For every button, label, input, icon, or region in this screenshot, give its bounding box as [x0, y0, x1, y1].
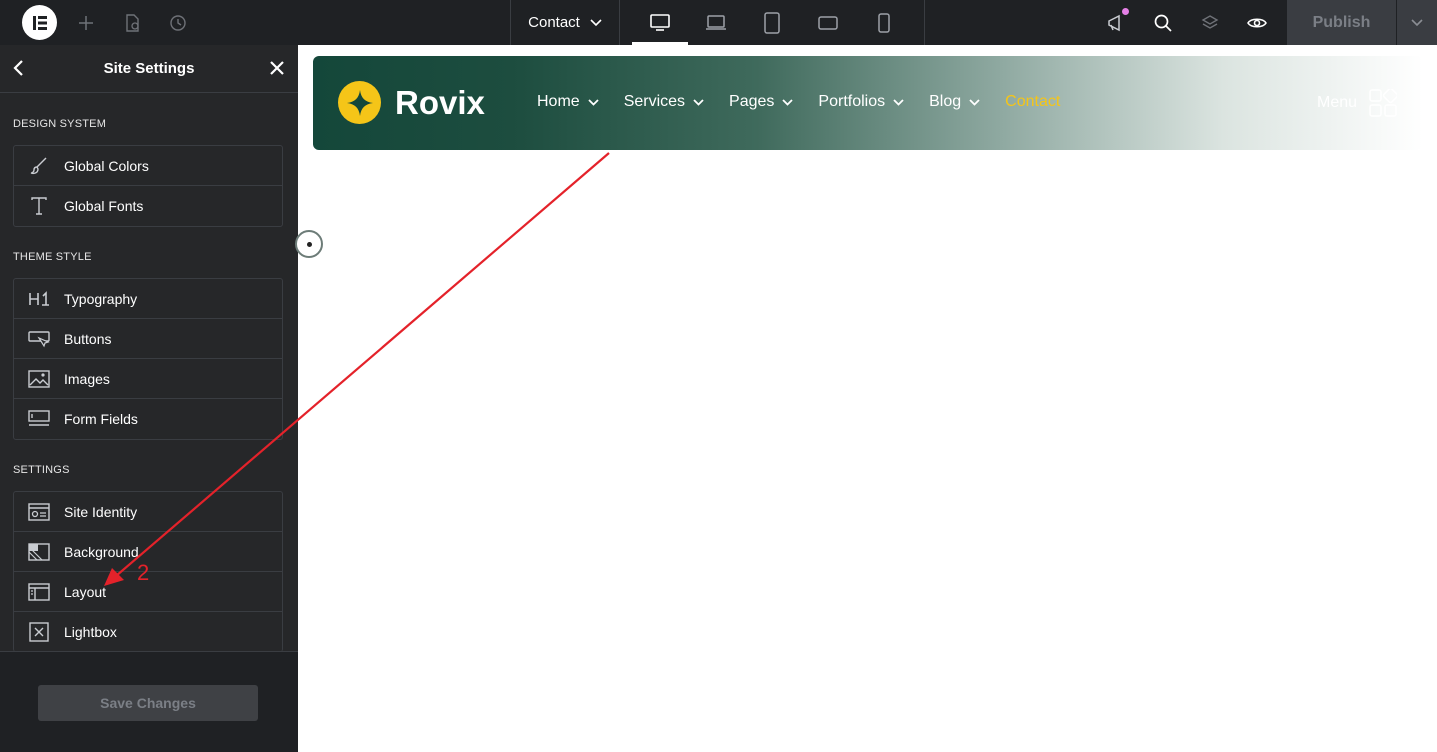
structure-icon[interactable]: [1196, 0, 1224, 45]
chevron-down-icon: [893, 98, 904, 106]
site-logo[interactable]: Rovix: [338, 81, 485, 124]
publish-button[interactable]: Publish: [1287, 0, 1396, 45]
h1-icon: [14, 290, 64, 307]
chevron-down-icon: [588, 98, 599, 106]
nav-label: Pages: [729, 93, 775, 110]
nav-item-contact[interactable]: Contact: [1005, 93, 1060, 111]
grid-menu-icon: [1369, 89, 1398, 117]
close-icon[interactable]: [269, 60, 285, 81]
add-icon[interactable]: [72, 0, 100, 45]
page-selector[interactable]: Contact: [511, 0, 619, 45]
section-label-settings: SETTINGS: [13, 464, 70, 476]
nav-item-pages[interactable]: Pages: [729, 93, 794, 111]
editor-top-bar: Contact Publish: [0, 0, 1437, 45]
theme-style-group: Typography Buttons Images Form Fields: [13, 278, 283, 440]
site-header[interactable]: Rovix Home Services Pages Portfolios Blo…: [313, 56, 1423, 150]
mobile-icon[interactable]: [856, 0, 912, 45]
section-label-theme-style: THEME STYLE: [13, 251, 92, 263]
nav-item-home[interactable]: Home: [537, 93, 599, 111]
annotation-step-label: 2: [137, 560, 150, 585]
menu-button[interactable]: Menu: [1317, 89, 1398, 117]
menu-item-label: Buttons: [64, 330, 112, 347]
type-icon: [14, 196, 64, 216]
menu-item-label: Lightbox: [64, 624, 117, 640]
panel-header: Site Settings: [0, 45, 298, 93]
nav-label: Services: [623, 93, 686, 110]
menu-item-label: Layout: [64, 583, 107, 600]
menu-item-form-fields[interactable]: Form Fields: [14, 399, 282, 439]
menu-item-label: Images: [64, 370, 110, 387]
nav-label: Home: [537, 93, 580, 110]
preview-canvas[interactable]: Rovix Home Services Pages Portfolios Blo…: [295, 45, 1437, 752]
nav-item-services[interactable]: Services: [624, 93, 704, 111]
cursor-indicator: [295, 230, 323, 258]
site-name: Rovix: [395, 83, 485, 121]
chevron-down-icon: [693, 98, 704, 106]
menu-item-label: Form Fields: [64, 411, 138, 427]
separator: [619, 0, 620, 45]
brush-icon: [14, 156, 64, 176]
chevron-down-icon: [782, 98, 794, 106]
panel-footer: Save Changes: [0, 651, 298, 752]
menu-item-images[interactable]: Images: [14, 359, 282, 399]
search-icon[interactable]: [1149, 0, 1177, 45]
tablet-landscape-icon[interactable]: [800, 0, 856, 45]
button-icon: [14, 330, 64, 348]
menu-item-typography[interactable]: Typography: [14, 279, 282, 319]
nav-label: Contact: [1005, 93, 1061, 110]
menu-item-label: Site Identity: [64, 503, 138, 520]
nav-label: Portfolios: [818, 93, 886, 110]
page-name: Contact: [528, 14, 580, 31]
site-nav: Home Services Pages Portfolios Blog Cont…: [537, 93, 1085, 111]
nav-label: Blog: [929, 93, 962, 110]
layout-icon: [14, 582, 64, 601]
save-changes-button[interactable]: Save Changes: [38, 685, 258, 721]
menu-item-global-fonts[interactable]: Global Fonts: [14, 186, 282, 226]
nav-item-portfolios[interactable]: Portfolios: [818, 93, 904, 111]
image-icon: [14, 369, 64, 388]
menu-item-buttons[interactable]: Buttons: [14, 319, 282, 359]
menu-item-lightbox[interactable]: Lightbox: [14, 612, 282, 652]
menu-item-global-colors[interactable]: Global Colors: [14, 146, 282, 186]
chevron-down-icon: [1411, 18, 1423, 26]
desktop-icon[interactable]: [632, 0, 688, 45]
elementor-logo-icon[interactable]: [22, 5, 57, 40]
preview-icon[interactable]: [1243, 0, 1271, 45]
nav-item-blog[interactable]: Blog: [929, 93, 980, 111]
menu-item-site-identity[interactable]: Site Identity: [14, 492, 282, 532]
section-label-design-system: DESIGN SYSTEM: [13, 118, 107, 130]
site-settings-panel: Site Settings DESIGN SYSTEM Global Color…: [0, 45, 298, 752]
menu-label: Menu: [1317, 94, 1358, 111]
design-system-group: Global Colors Global Fonts: [13, 145, 283, 227]
menu-item-label: Typography: [64, 290, 138, 307]
star-logo-icon: [338, 81, 381, 124]
menu-item-label: Global Colors: [64, 157, 149, 174]
form-icon: [14, 410, 64, 428]
page-settings-icon[interactable]: [118, 0, 146, 45]
panel-title: Site Settings: [103, 60, 195, 77]
menu-item-label: Global Fonts: [64, 198, 144, 214]
tablet-icon[interactable]: [744, 0, 800, 45]
background-icon: [14, 542, 64, 561]
notification-dot: [1122, 8, 1129, 15]
separator: [924, 0, 925, 45]
history-icon[interactable]: [164, 0, 192, 45]
chevron-down-icon: [969, 98, 980, 106]
chevron-down-icon: [590, 18, 602, 26]
menu-item-label: Background: [64, 543, 139, 560]
publish-options-button[interactable]: [1397, 0, 1437, 45]
whats-new-icon[interactable]: [1102, 0, 1130, 45]
site-identity-icon: [14, 502, 64, 521]
laptop-icon[interactable]: [688, 0, 744, 45]
lightbox-icon: [14, 622, 64, 642]
